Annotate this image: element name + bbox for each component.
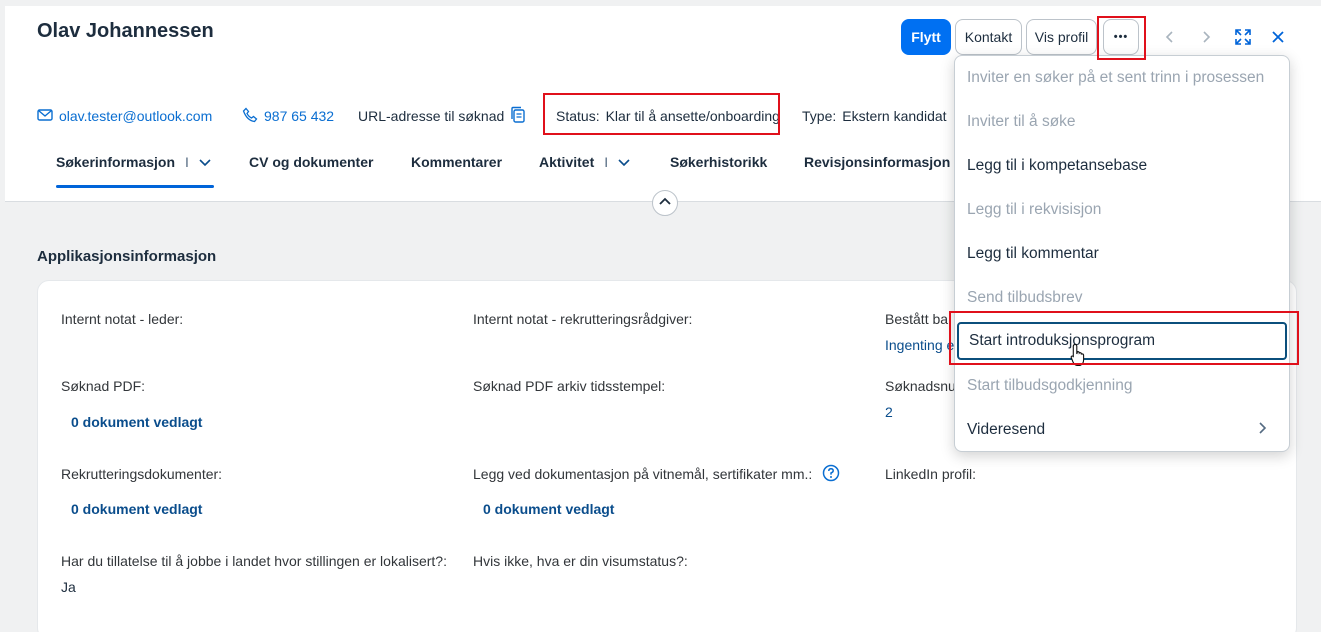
tab-applicant-info-label: Søkerinformasjon bbox=[56, 154, 176, 170]
phone-icon bbox=[242, 107, 258, 126]
menu-item-invite-late-stage[interactable]: Inviter en søker på et sent trinn i pros… bbox=[955, 56, 1289, 100]
field-value: Ja bbox=[61, 579, 76, 595]
field-value: Ingenting e bbox=[885, 337, 955, 353]
menu-item-forward-label: Videresend bbox=[967, 421, 1046, 438]
field-application-pdf-archive: Søknad PDF arkiv tidsstempel: bbox=[473, 378, 665, 394]
tab-comments-label: Kommentarer bbox=[411, 154, 503, 170]
menu-item-invite-to-apply[interactable]: Inviter til å søke bbox=[955, 100, 1289, 144]
view-profile-button[interactable]: Vis profil bbox=[1026, 19, 1097, 55]
status-highlight-box bbox=[543, 93, 780, 135]
application-url-label: URL-adresse til søknad bbox=[358, 108, 505, 124]
help-icon[interactable] bbox=[822, 464, 840, 485]
attachment-link[interactable]: 0 dokument vedlagt bbox=[483, 501, 614, 517]
tab-comments[interactable]: Kommentarer bbox=[411, 154, 502, 188]
field-label: Internt notat - leder: bbox=[61, 311, 184, 327]
field-label: Legg ved dokumentasjon på vitnemål, sert… bbox=[473, 466, 813, 482]
chevron-up-icon bbox=[659, 194, 671, 212]
tab-cv-documents[interactable]: CV og dokumenter bbox=[249, 154, 373, 188]
field-label: Søknad PDF arkiv tidsstempel: bbox=[473, 378, 666, 394]
menu-item-start-offer-approval[interactable]: Start tilbudsgodkjenning bbox=[955, 364, 1289, 408]
phone-text: 987 65 432 bbox=[264, 108, 335, 124]
field-label: Bestått ba bbox=[885, 311, 949, 327]
menu-item-forward[interactable]: Videresend bbox=[955, 408, 1289, 452]
field-value: 2 bbox=[885, 404, 893, 420]
chevron-down-icon[interactable] bbox=[618, 154, 630, 170]
field-label: Søknadsnu bbox=[885, 378, 956, 394]
section-title: Applikasjonsinformasjon bbox=[37, 248, 217, 265]
field-label: Hvis ikke, hva er din visumstatus?: bbox=[473, 553, 688, 569]
type-field: Type: Ekstern kandidat bbox=[802, 104, 947, 128]
field-label: Har du tillatelse til å jobbe i landet h… bbox=[61, 553, 447, 569]
field-internal-note-recruiter: Internt notat - rekrutteringsrådgiver: bbox=[473, 311, 692, 327]
chevron-right-icon bbox=[1257, 421, 1267, 440]
move-button[interactable]: Flytt bbox=[901, 19, 951, 55]
tab-audit-info[interactable]: Revisjonsinformasjon bbox=[804, 154, 950, 188]
more-actions-menu: Inviter en søker på et sent trinn i pros… bbox=[954, 55, 1290, 452]
field-linkedin: LinkedIn profil: bbox=[885, 466, 976, 482]
next-icon[interactable] bbox=[1194, 25, 1218, 49]
application-url[interactable]: URL-adresse til søknad bbox=[358, 104, 526, 128]
field-label: LinkedIn profil: bbox=[885, 466, 977, 482]
field-internal-note-manager: Internt notat - leder: bbox=[61, 311, 183, 327]
field-visa-status: Hvis ikke, hva er din visumstatus?: bbox=[473, 553, 688, 569]
email-text: olav.tester@outlook.com bbox=[59, 108, 213, 124]
previous-icon[interactable] bbox=[1158, 25, 1182, 49]
contact-button[interactable]: Kontakt bbox=[955, 19, 1022, 55]
expand-icon[interactable] bbox=[1231, 25, 1255, 49]
field-certificates: Legg ved dokumentasjon på vitnemål, sert… bbox=[473, 464, 840, 517]
chevron-down-icon[interactable] bbox=[199, 154, 211, 170]
copy-icon[interactable] bbox=[510, 106, 526, 127]
candidate-name: Olav Johannessen bbox=[37, 20, 214, 42]
menu-item-highlight-box bbox=[949, 311, 1299, 365]
collapse-header-button[interactable] bbox=[652, 190, 678, 216]
field-label: Rekrutteringsdokumenter: bbox=[61, 466, 223, 482]
field-passed: Bestått ba Ingenting e bbox=[885, 311, 954, 353]
tab-separator: I bbox=[604, 154, 609, 170]
email-link[interactable]: olav.tester@outlook.com bbox=[37, 104, 212, 128]
type-label: Type: bbox=[802, 108, 837, 124]
close-icon[interactable] bbox=[1266, 25, 1290, 49]
field-label: Internt notat - rekrutteringsrådgiver: bbox=[473, 311, 693, 327]
tab-audit-info-label: Revisjonsinformasjon bbox=[804, 154, 951, 170]
more-button-highlight-box bbox=[1097, 16, 1146, 60]
tab-applicant-info[interactable]: Søkerinformasjon I bbox=[56, 154, 214, 188]
tab-cv-documents-label: CV og dokumenter bbox=[249, 154, 374, 170]
field-work-permit: Har du tillatelse til å jobbe i landet h… bbox=[61, 553, 447, 595]
type-value: Ekstern kandidat bbox=[842, 108, 947, 124]
menu-item-add-comment[interactable]: Legg til kommentar bbox=[955, 232, 1289, 276]
tab-separator: I bbox=[185, 154, 189, 170]
field-application-number: Søknadsnu 2 bbox=[885, 378, 956, 420]
attachment-link[interactable]: 0 dokument vedlagt bbox=[71, 501, 202, 517]
menu-item-add-to-talent-pool[interactable]: Legg til i kompetansebase bbox=[955, 144, 1289, 188]
tab-applicant-history[interactable]: Søkerhistorikk bbox=[670, 154, 767, 188]
field-label: Søknad PDF: bbox=[61, 378, 146, 394]
tab-activity-label: Aktivitet bbox=[539, 154, 595, 170]
tab-applicant-history-label: Søkerhistorikk bbox=[670, 154, 768, 170]
menu-item-add-to-requisition[interactable]: Legg til i rekvisisjon bbox=[955, 188, 1289, 232]
phone-link[interactable]: 987 65 432 bbox=[242, 104, 334, 128]
field-recruitment-docs: Rekrutteringsdokumenter: 0 dokument vedl… bbox=[61, 466, 223, 517]
attachment-link[interactable]: 0 dokument vedlagt bbox=[71, 414, 202, 430]
tab-activity[interactable]: Aktivitet I bbox=[539, 154, 630, 188]
field-application-pdf: Søknad PDF: 0 dokument vedlagt bbox=[61, 378, 202, 430]
mail-icon bbox=[37, 108, 53, 124]
